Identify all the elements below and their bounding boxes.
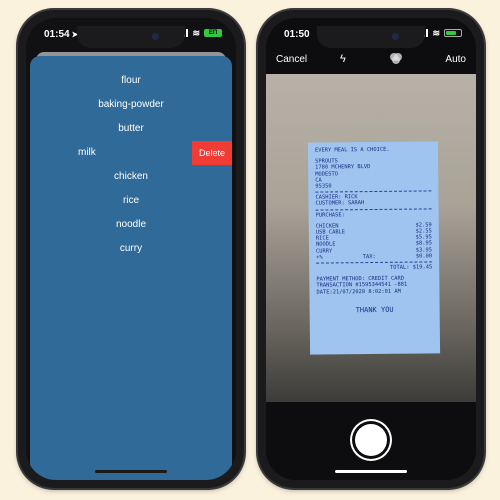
grocery-list-sheet: flour baking-powder butter milk Delete chicke… [30,56,232,480]
notch [77,26,185,48]
battery-icon: EΠ [204,29,222,37]
receipt-document: EVERY MEAL IS A CHOICE. SPROUTS 1780 MCH… [307,141,441,355]
shutter-button[interactable] [355,424,387,456]
list-item[interactable]: butter [30,117,232,141]
filters-icon[interactable] [390,53,402,65]
home-indicator[interactable] [95,470,167,473]
receipt-items: CHICKEN $2.59 USB CABLE $2.55 RICE $5.95 NOODL… [316,222,432,254]
notch [317,26,425,48]
list-item[interactable]: flour [30,69,232,93]
list-item-label: butter [118,123,144,134]
list-item-label: flour [121,75,141,86]
list-item[interactable]: rice [30,189,232,213]
wifi-icon: ≋ [432,28,440,38]
list-item[interactable]: curry [30,237,232,261]
receipt-tax-line: +% TAX: $0.00 [316,253,433,261]
camera-top-bar: Cancel ϟ Auto [266,48,476,74]
grocery-list: flour baking-powder butter milk Delete chicke… [30,69,232,261]
delete-button[interactable]: Delete [192,141,232,165]
flash-icon[interactable]: ϟ [340,53,346,65]
auto-mode-button[interactable]: Auto [445,54,466,65]
list-item[interactable]: milk Delete [30,141,232,165]
receipt-divider [315,208,432,211]
right-phone-screen: 01:50 ≋ Cancel ϟ Auto EVERY MEAL IS A CH… [266,18,476,480]
cancel-button[interactable]: Cancel [276,54,307,65]
list-item-label: rice [122,195,140,206]
receipt-divider [316,261,433,264]
list-item-label: noodle [115,219,147,230]
camera-bottom-bar [266,402,476,480]
receipt-customer: CUSTOMER: SARAH [315,200,365,208]
list-item-label: chicken [114,171,148,182]
list-item[interactable]: baking-powder [30,93,232,117]
left-phone: 01:54 ➤ ≋ EΠ flour baking-powder butter milk… [18,10,244,488]
status-time: 01:50 [284,29,310,40]
camera-viewfinder: EVERY MEAL IS A CHOICE. SPROUTS 1780 MCH… [266,74,476,402]
receipt-store-address: SPROUTS 1780 MCHENRY BLVD MODESTO CA 953… [315,158,371,190]
left-phone-screen: 01:54 ➤ ≋ EΠ flour baking-powder butter milk… [26,18,236,480]
list-item[interactable]: chicken [30,165,232,189]
right-phone: 01:50 ≋ Cancel ϟ Auto EVERY MEAL IS A CH… [258,10,484,488]
status-time: 01:54 ➤ [44,29,79,40]
list-item[interactable]: noodle [30,213,232,237]
receipt-divider [315,190,432,193]
list-item-label: milk [78,147,96,158]
receipt-thank-you: THANK YOU [355,305,394,315]
receipt-date: DATE:21/07/2020 8:02:01 AM [316,288,401,296]
list-item-label: baking-powder [98,99,164,110]
list-item-label: curry [119,243,143,254]
battery-icon [444,29,462,37]
wifi-icon: ≋ [192,28,200,38]
home-indicator[interactable] [335,470,407,473]
